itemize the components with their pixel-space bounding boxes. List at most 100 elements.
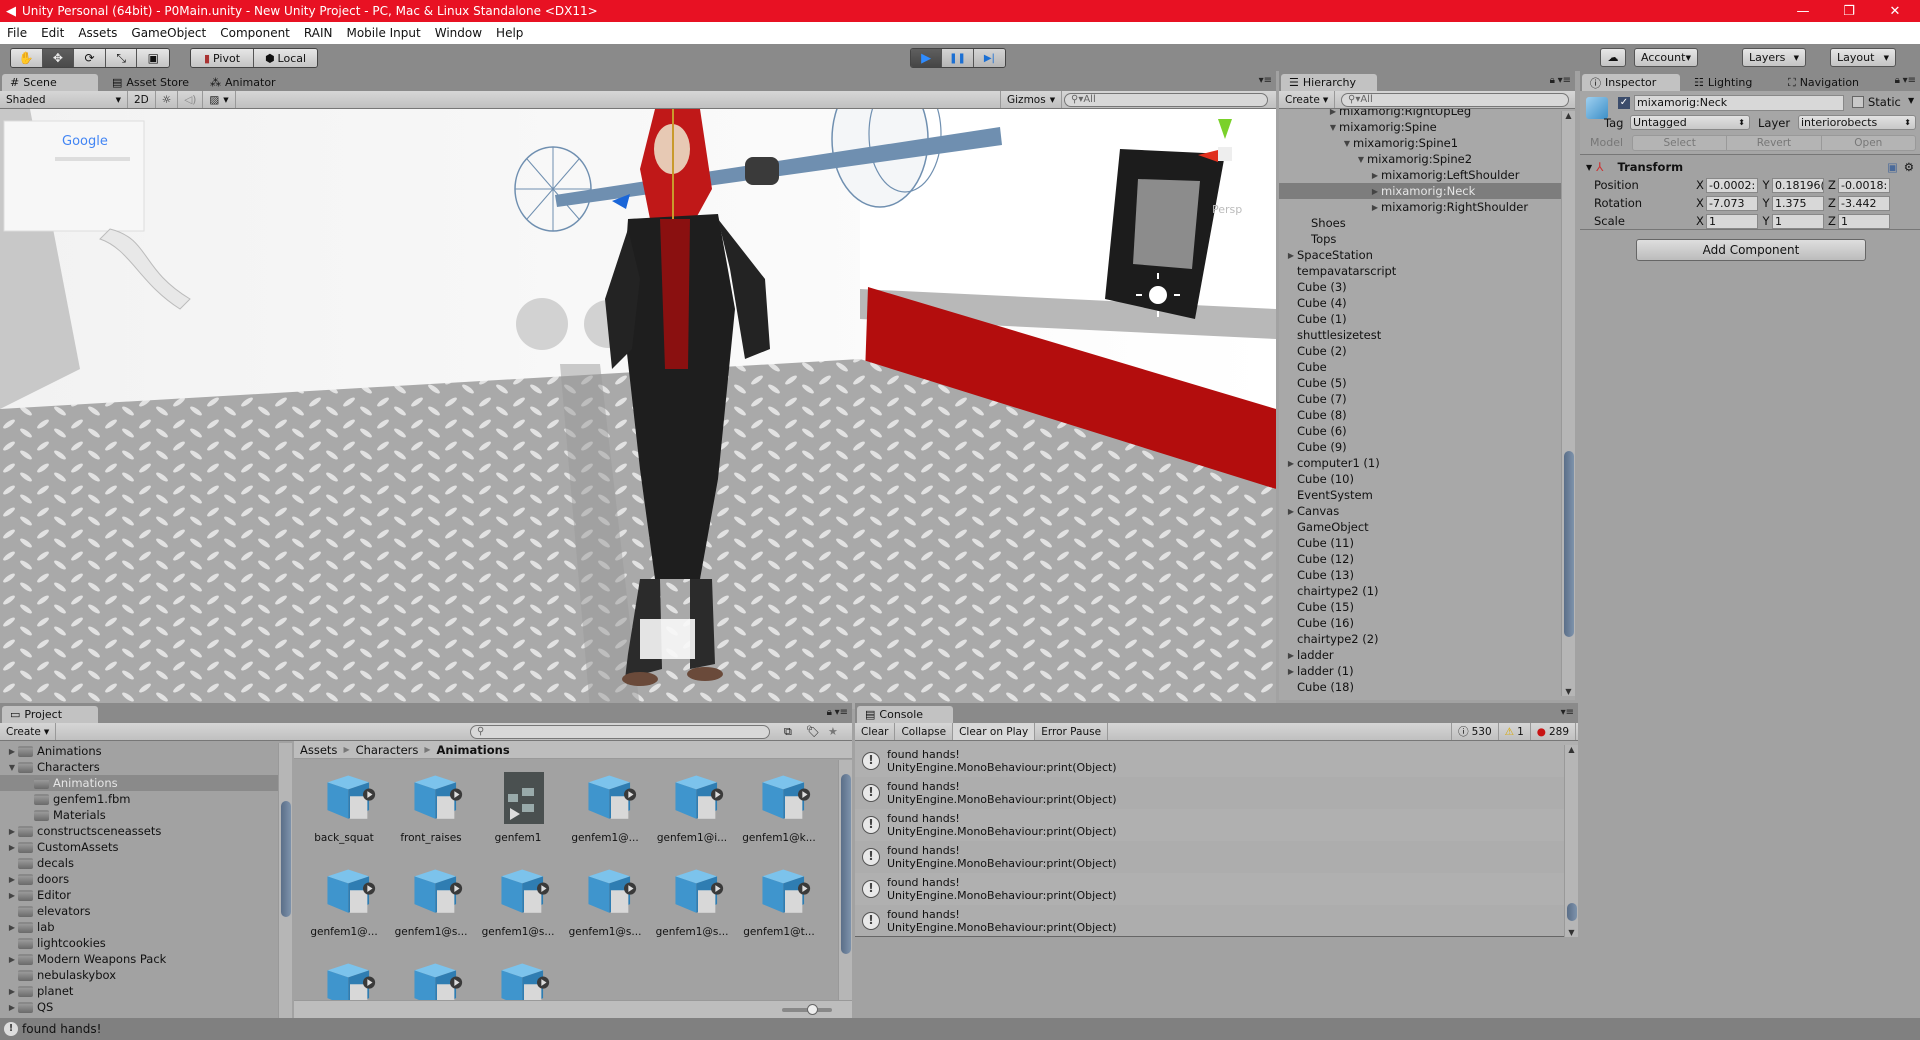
hierarchy-item[interactable]: ▼ mixamorig:Spine xyxy=(1279,119,1561,135)
asset-item[interactable]: genfem1@s... xyxy=(652,866,732,952)
asset-item[interactable]: front_raises xyxy=(391,772,471,858)
menu-rain[interactable]: RAIN xyxy=(297,26,340,40)
static-dropdown-icon[interactable]: ▼ xyxy=(1908,96,1914,105)
account-dropdown[interactable]: Account ▼ xyxy=(1634,48,1698,67)
hierarchy-item[interactable]: ▶ mixamorig:RightShoulder xyxy=(1279,199,1561,215)
panel-menu-icon[interactable]: ▾≡ xyxy=(1558,75,1571,86)
shading-mode-dropdown[interactable]: Shaded ▼ xyxy=(0,91,128,108)
tab-lighting[interactable]: ☷ Lighting xyxy=(1686,74,1760,91)
pivot-button[interactable]: ▮ Pivot xyxy=(191,49,255,67)
asset-item[interactable]: genfem1 xyxy=(478,772,558,858)
hierarchy-item[interactable]: Cube (7) xyxy=(1279,391,1561,407)
hierarchy-item[interactable]: Cube (2) xyxy=(1279,343,1561,359)
tab-hierarchy[interactable]: ☰ Hierarchy xyxy=(1281,74,1377,91)
tab-scene[interactable]: # Scene xyxy=(2,74,98,91)
asset-item[interactable]: genfem1@... xyxy=(565,772,645,858)
foldout-icon[interactable]: ▶ xyxy=(6,875,18,884)
menu-edit[interactable]: Edit xyxy=(34,26,71,40)
asset-item[interactable] xyxy=(478,960,558,1000)
menu-help[interactable]: Help xyxy=(489,26,530,40)
hierarchy-item[interactable]: Cube (5) xyxy=(1279,375,1561,391)
menu-component[interactable]: Component xyxy=(213,26,297,40)
foldout-open-icon[interactable]: ▼ xyxy=(1355,155,1367,164)
rotate-tool-button[interactable]: ⟳ xyxy=(74,49,106,67)
lighting-toggle[interactable]: ☼ xyxy=(156,91,179,108)
foldout-closed-icon[interactable]: ▶ xyxy=(1327,109,1339,116)
console-log-entry[interactable]: ! found hands! UnityEngine.MonoBehaviour:p… xyxy=(855,905,1564,936)
project-search-input[interactable]: ⚲ xyxy=(470,725,770,739)
project-folder-item[interactable]: ▼ Characters xyxy=(0,759,278,775)
hierarchy-item[interactable]: Cube (17) xyxy=(1279,695,1561,696)
hierarchy-item[interactable]: ▶ Canvas xyxy=(1279,503,1561,519)
foldout-closed-icon[interactable]: ▶ xyxy=(1285,507,1297,516)
project-folder-item[interactable]: elevators xyxy=(0,903,278,919)
lock-icon[interactable]: 🔒︎ xyxy=(827,707,832,718)
hierarchy-item[interactable]: Cube (8) xyxy=(1279,407,1561,423)
hierarchy-item[interactable]: Cube (9) xyxy=(1279,439,1561,455)
scroll-thumb[interactable] xyxy=(1567,903,1577,921)
breadcrumb-animations[interactable]: Animations xyxy=(437,743,510,757)
filter-by-type-icon[interactable]: ⧉ xyxy=(784,725,792,739)
help-book-icon[interactable]: ▣ xyxy=(1887,160,1898,174)
rotation-z-input[interactable]: -3.442 xyxy=(1838,195,1890,211)
effects-dropdown[interactable]: ▨ ▼ xyxy=(203,91,236,108)
icon-size-slider[interactable] xyxy=(782,1004,832,1015)
rotation-y-input[interactable]: 1.375 xyxy=(1772,195,1824,211)
slider-knob[interactable] xyxy=(807,1004,818,1015)
foldout-icon[interactable]: ▶ xyxy=(6,1003,18,1012)
model-open-button[interactable]: Open xyxy=(1822,136,1915,150)
hierarchy-item[interactable]: Cube xyxy=(1279,359,1561,375)
console-log-entry[interactable]: ! found hands! UnityEngine.MonoBehaviour:p… xyxy=(855,745,1564,777)
project-folder-item[interactable]: Animations xyxy=(0,775,278,791)
pause-button[interactable]: ❚❚ xyxy=(942,49,974,67)
console-log-entry[interactable]: ! found hands! UnityEngine.MonoBehaviour:p… xyxy=(855,809,1564,841)
scale-z-input[interactable]: 1 xyxy=(1838,213,1890,229)
transform-header[interactable]: ▼ ⅄ Transform ▣ ⚙ xyxy=(1580,158,1920,176)
console-clear-on-play-button[interactable]: Clear on Play xyxy=(953,723,1036,740)
layers-dropdown[interactable]: Layers ▼ xyxy=(1742,48,1806,67)
project-folder-item[interactable]: Materials xyxy=(0,807,278,823)
maximize-button[interactable]: ❐ xyxy=(1826,0,1872,22)
menu-window[interactable]: Window xyxy=(428,26,489,40)
project-folder-item[interactable]: ▶ planet xyxy=(0,983,278,999)
hierarchy-item[interactable]: Cube (11) xyxy=(1279,535,1561,551)
foldout-closed-icon[interactable]: ▶ xyxy=(1369,171,1381,180)
panel-menu-icon[interactable]: ▾≡ xyxy=(1259,75,1272,86)
foldout-icon[interactable]: ▶ xyxy=(6,843,18,852)
error-count-toggle[interactable]: ● 289 xyxy=(1531,723,1576,740)
asset-item[interactable] xyxy=(304,960,384,1000)
gizmos-dropdown[interactable]: Gizmos ▼ xyxy=(1000,91,1063,108)
tab-console[interactable]: ▤ Console xyxy=(857,706,953,723)
hierarchy-item[interactable]: chairtype2 (1) xyxy=(1279,583,1561,599)
scroll-thumb[interactable] xyxy=(841,774,851,954)
hierarchy-item[interactable]: tempavatarscript xyxy=(1279,263,1561,279)
hierarchy-item[interactable]: Cube (3) xyxy=(1279,279,1561,295)
minimize-button[interactable]: — xyxy=(1780,0,1826,22)
foldout-icon[interactable]: ▼ xyxy=(6,763,18,772)
tab-inspector[interactable]: ⓘ Inspector xyxy=(1582,74,1680,91)
tab-asset-store[interactable]: ▤ Asset Store xyxy=(104,74,197,91)
filter-by-label-icon[interactable]: 🏷︎ xyxy=(806,725,820,738)
foldout-arrow-icon[interactable]: ▼ xyxy=(1586,163,1592,172)
foldout-open-icon[interactable]: ▼ xyxy=(1327,123,1339,132)
hand-tool-button[interactable]: ✋ xyxy=(11,49,43,67)
menu-mobile-input[interactable]: Mobile Input xyxy=(339,26,427,40)
panel-menu-icon[interactable]: ▾≡ xyxy=(1903,75,1916,86)
console-log-entry[interactable]: ! found hands! UnityEngine.MonoBehaviour:p… xyxy=(855,841,1564,873)
status-bar[interactable]: ! found hands! xyxy=(0,1018,1920,1040)
console-error-pause-button[interactable]: Error Pause xyxy=(1035,723,1109,740)
hierarchy-item[interactable]: Cube (4) xyxy=(1279,295,1561,311)
project-folder-item[interactable]: lightcookies xyxy=(0,935,278,951)
hierarchy-item[interactable]: Cube (10) xyxy=(1279,471,1561,487)
asset-item[interactable]: genfem1@k... xyxy=(739,772,819,858)
project-tree-scrollbar[interactable] xyxy=(278,743,292,1018)
foldout-closed-icon[interactable]: ▶ xyxy=(1285,651,1297,660)
scale-x-input[interactable]: 1 xyxy=(1706,213,1758,229)
static-checkbox[interactable] xyxy=(1852,96,1864,108)
close-button[interactable]: ✕ xyxy=(1872,0,1918,22)
info-count-toggle[interactable]: ⓘ 530 xyxy=(1451,723,1499,740)
tab-navigation[interactable]: ⛶ Navigation xyxy=(1780,74,1867,91)
project-folder-item[interactable]: ▶ QS xyxy=(0,999,278,1015)
foldout-icon[interactable]: ▶ xyxy=(6,955,18,964)
cloud-button[interactable]: ☁ xyxy=(1600,48,1626,67)
